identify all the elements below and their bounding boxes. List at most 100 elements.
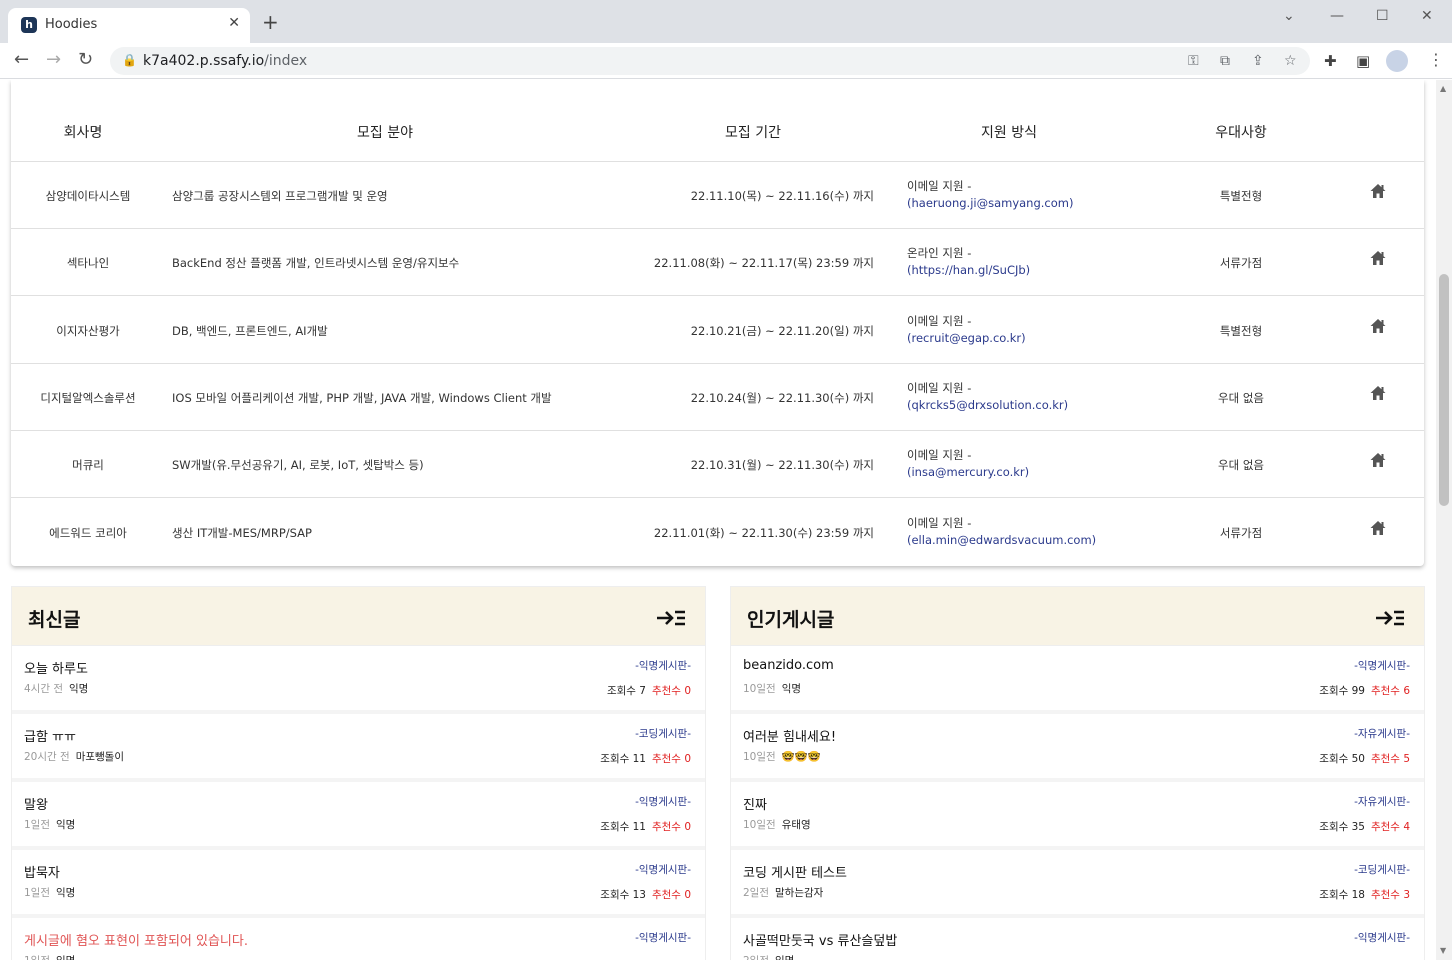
post-category[interactable]: -자유게시판-: [1354, 726, 1410, 741]
profile-avatar[interactable]: [1386, 50, 1408, 72]
post-author: 익명: [781, 683, 802, 695]
recruit-field: 삼양그룹 공장시스템외 프로그램개발 및 운영: [172, 189, 388, 203]
page-scrollbar[interactable]: ▲ ▼: [1436, 80, 1452, 960]
post-title[interactable]: 여러분 힘내세요!: [743, 726, 836, 745]
post-stats: 조회수 50 추천수 5: [1319, 751, 1410, 766]
post-title[interactable]: 오늘 하루도: [24, 658, 88, 677]
list-item[interactable]: 코딩 게시판 테스트 2일전 말하는감자 -코딩게시판- 조회수 18 추천수 3: [731, 850, 1424, 918]
post-time: 10일전: [743, 751, 776, 763]
table-row[interactable]: 삼양데이타시스템 삼양그룹 공장시스템외 프로그램개발 및 운영 22.11.10(…: [11, 162, 1424, 229]
table-row[interactable]: 디지털알엑스솔루션 IOS 모바일 어플리케이션 개발, PHP 개발, JAVA…: [11, 364, 1424, 431]
bookmark-star-icon[interactable]: ☆: [1284, 53, 1297, 69]
home-icon[interactable]: [1369, 384, 1387, 402]
scroll-down-icon[interactable]: ▼: [1440, 946, 1446, 955]
tab-search-icon[interactable]: ⌄: [1283, 8, 1295, 24]
post-title[interactable]: 사골떡만둣국 vs 류산슬덮밥: [743, 930, 897, 949]
post-category[interactable]: -익명게시판-: [1354, 930, 1410, 945]
scroll-thumb[interactable]: [1439, 274, 1449, 506]
post-category[interactable]: -익명게시판-: [635, 930, 691, 945]
post-time: 2일전: [743, 887, 770, 899]
recruit-period: 22.10.21(금) ~ 22.11.20(일) 까지: [690, 323, 874, 338]
post-category[interactable]: -코딩게시판-: [635, 726, 691, 741]
share-icon[interactable]: ⇪: [1252, 53, 1264, 69]
list-item[interactable]: 진짜 10일전 유태영 -자유게시판- 조회수 35 추천수 4: [731, 782, 1424, 850]
list-item[interactable]: 여러분 힘내세요! 10일전 🤓🤓🤓 -자유게시판- 조회수 50 추천수 5: [731, 714, 1424, 782]
post-title[interactable]: beanzido.com: [743, 658, 834, 673]
table-row[interactable]: 머큐리 SW개발(유.무선공유기, AI, 로봇, IoT, 셋탑박스 등) 22.…: [11, 431, 1424, 499]
address-bar[interactable]: 🔒 k7a402.p.ssafy.io/index ⚿ ⧉ ⇪ ☆: [110, 47, 1310, 75]
side-panel-icon[interactable]: ▣: [1356, 52, 1370, 70]
list-item[interactable]: 사골떡만둣국 vs 류산슬덮밥 2일전 익명 -익명게시판-: [731, 918, 1424, 960]
scroll-up-icon[interactable]: ▲: [1440, 84, 1446, 93]
post-title[interactable]: 진짜: [743, 794, 767, 813]
menu-icon[interactable]: ⋮: [1428, 50, 1444, 69]
table-row[interactable]: 이지자산평가 DB, 백엔드, 프론트엔드, AI개발 22.10.21(금) ~ …: [11, 297, 1424, 364]
list-item[interactable]: beanzido.com 10일전 익명 -익명게시판- 조회수 99 추천수 6: [731, 646, 1424, 714]
list-item[interactable]: 오늘 하루도 4시간 전 익명 -익명게시판- 조회수 7 추천수 0: [12, 646, 705, 714]
recruit-period: 22.10.24(월) ~ 22.11.30(수) 까지: [690, 390, 874, 405]
home-icon[interactable]: [1369, 519, 1387, 537]
reload-icon[interactable]: ↻: [78, 50, 93, 70]
post-author: 유태영: [781, 819, 811, 831]
table-row[interactable]: 섹타나인 BackEnd 정산 플랫폼 개발, 인트라넷시스템 운영/유지보수 22…: [11, 229, 1424, 297]
post-stats: 조회수 7 추천수 0: [607, 683, 691, 698]
post-title[interactable]: 코딩 게시판 테스트: [743, 862, 847, 881]
more-arrow-icon[interactable]: [1374, 609, 1406, 627]
post-category[interactable]: -익명게시판-: [1354, 658, 1410, 673]
post-stats: [1404, 955, 1410, 960]
post-category[interactable]: -익명게시판-: [635, 862, 691, 877]
recruit-field: DB, 백엔드, 프론트엔드, AI개발: [172, 323, 328, 338]
key-icon[interactable]: ⚿: [1188, 53, 1199, 69]
new-tab-icon[interactable]: +: [262, 12, 279, 32]
post-title[interactable]: 말왕: [24, 794, 48, 813]
home-icon[interactable]: [1369, 182, 1387, 200]
post-stats: 조회수 13 추천수 0: [600, 887, 691, 902]
forward-icon[interactable]: →: [46, 50, 61, 70]
apply-method: 이메일 지원 - (recruit@egap.co.kr): [907, 313, 1026, 347]
home-icon[interactable]: [1369, 451, 1387, 469]
post-title[interactable]: 급함 ㅠㅠ: [24, 726, 76, 745]
apply-contact-link[interactable]: (https://han.gl/SuCJb): [907, 262, 1030, 279]
list-item[interactable]: 말왕 1일전 익명 -익명게시판- 조회수 11 추천수 0: [12, 782, 705, 850]
list-item[interactable]: 게시글에 혐오 표현이 포함되어 있습니다. 1일전 익명 -익명게시판-: [12, 918, 705, 960]
recommend-count: 6: [1403, 685, 1410, 697]
post-title[interactable]: 게시글에 혐오 표현이 포함되어 있습니다.: [24, 930, 248, 949]
translate-icon[interactable]: ⧉: [1220, 53, 1230, 69]
extensions-icon[interactable]: ✚: [1324, 52, 1337, 70]
maximize-icon[interactable]: ☐: [1376, 8, 1389, 24]
window-close-icon[interactable]: ✕: [1421, 8, 1433, 24]
back-icon[interactable]: ←: [14, 50, 29, 70]
views-count: 99: [1351, 685, 1365, 697]
list-item[interactable]: 급함 ㅠㅠ 20시간 전 마포뺑돌이 -코딩게시판- 조회수 11 추천수 0: [12, 714, 705, 782]
company-name: 머큐리: [72, 458, 104, 473]
browser-tab[interactable]: h Hoodies ✕: [8, 8, 250, 43]
apply-contact-link[interactable]: (ella.min@edwardsvacuum.com): [907, 532, 1096, 549]
apply-method: 이메일 지원 - (ella.min@edwardsvacuum.com): [907, 515, 1097, 549]
recommend-label: 추천수: [651, 685, 681, 697]
post-category[interactable]: -자유게시판-: [1354, 794, 1410, 809]
tab-close-icon[interactable]: ✕: [228, 15, 240, 31]
recommend-label: 추천수: [651, 753, 681, 765]
table-row[interactable]: 에드워드 코리아 생산 IT개발-MES/MRP/SAP 22.11.01(화) ~…: [11, 499, 1424, 566]
apply-contact-link[interactable]: (recruit@egap.co.kr): [907, 330, 1026, 347]
views-label: 조회수: [600, 889, 630, 901]
recommend-count: 0: [684, 685, 691, 697]
views-count: 50: [1351, 753, 1365, 765]
recruit-period: 22.10.31(월) ~ 22.11.30(수) 까지: [690, 458, 874, 473]
post-category[interactable]: -익명게시판-: [635, 658, 691, 673]
recruit-period: 22.11.08(화) ~ 22.11.17(목) 23:59 까지: [653, 256, 874, 271]
home-icon[interactable]: [1369, 249, 1387, 267]
post-category[interactable]: -코딩게시판-: [1354, 862, 1410, 877]
apply-contact-link[interactable]: (insa@mercury.co.kr): [907, 464, 1029, 481]
more-arrow-icon[interactable]: [655, 609, 687, 627]
tab-title: Hoodies: [45, 17, 98, 32]
post-stats: 조회수 18 추천수 3: [1319, 887, 1410, 902]
list-item[interactable]: 밥묵자 1일전 익명 -익명게시판- 조회수 13 추천수 0: [12, 850, 705, 918]
post-category[interactable]: -익명게시판-: [635, 794, 691, 809]
apply-contact-link[interactable]: (qkrcks5@drxsolution.co.kr): [907, 397, 1068, 414]
apply-contact-link[interactable]: (haeruong.ji@samyang.com): [907, 195, 1073, 212]
minimize-icon[interactable]: —: [1330, 8, 1344, 24]
home-icon[interactable]: [1369, 317, 1387, 335]
url-text[interactable]: k7a402.p.ssafy.io/index: [143, 53, 307, 69]
post-title[interactable]: 밥묵자: [24, 862, 60, 881]
